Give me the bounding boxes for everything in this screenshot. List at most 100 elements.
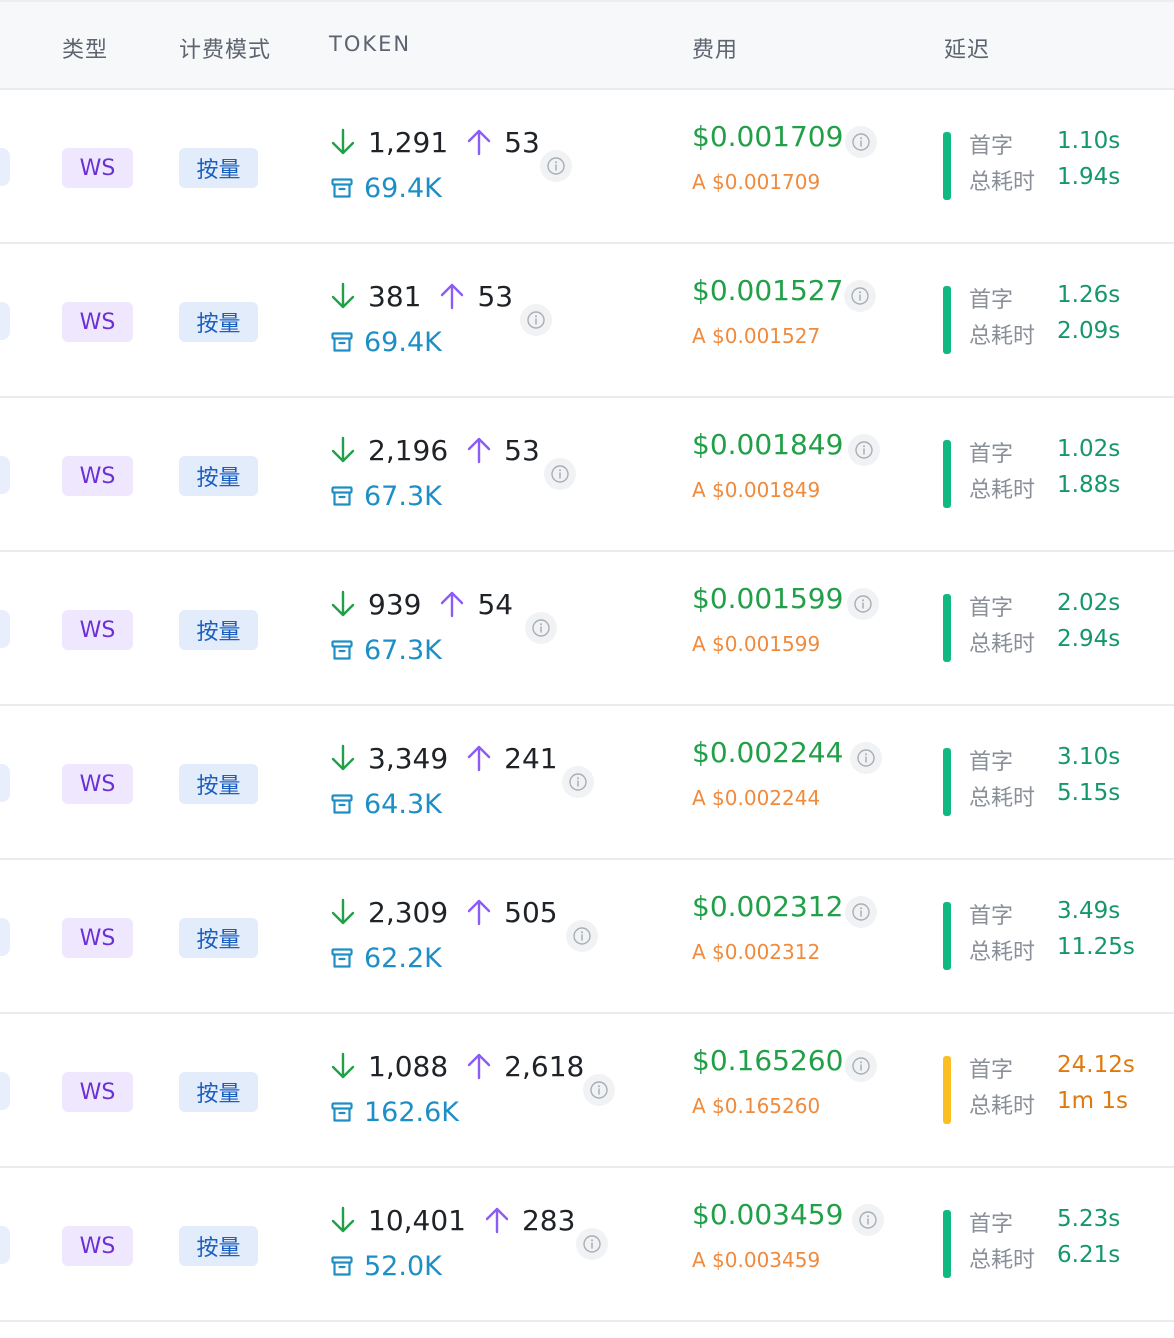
table-row[interactable]: WS 按量 1,088 2,618 162.6K $0.165260 A $0.165260… — [0, 1014, 1174, 1168]
billing-mode-badge: 按量 — [179, 610, 258, 650]
arrow-down-icon — [330, 589, 356, 619]
cost-info-icon[interactable] — [847, 588, 879, 620]
arrow-down-icon — [330, 1051, 356, 1081]
type-badge: WS — [62, 302, 133, 342]
token-info-icon[interactable] — [562, 766, 594, 798]
archive-icon — [330, 946, 354, 970]
usage-log-table: 类型 计费模式 TOKEN 费用 延迟 WS 按量 1,291 53 69.4K $0.0… — [0, 0, 1174, 1322]
output-tokens: 53 — [504, 433, 540, 467]
total-time-label: 总耗时 — [969, 632, 1036, 657]
input-tokens: 1,291 — [368, 125, 449, 159]
token-io: 2,196 53 — [330, 432, 540, 468]
input-tokens: 1,088 — [368, 1049, 449, 1083]
cost-info-icon[interactable] — [845, 126, 877, 158]
first-token-label: 首字 — [969, 288, 1014, 313]
cache-tokens: 69.4K — [330, 170, 442, 206]
first-token-latency: 1.02s — [1057, 436, 1121, 462]
table-row[interactable]: WS 按量 2,309 505 62.2K $0.002312 A $0.002312 首字 3… — [0, 860, 1174, 1014]
total-time-label: 总耗时 — [969, 324, 1036, 349]
cost-info-icon[interactable] — [845, 896, 877, 928]
input-tokens: 939 — [368, 587, 422, 621]
archive-icon — [330, 330, 354, 354]
actual-cost-value: A $0.002244 — [692, 786, 821, 810]
token-info-icon[interactable] — [525, 612, 557, 644]
total-latency: 1.94s — [1057, 164, 1121, 190]
arrow-down-icon — [330, 281, 356, 311]
cache-tokens-value: 69.4K — [364, 172, 442, 204]
arrow-down-icon — [330, 1205, 356, 1235]
arrow-up-icon — [439, 281, 465, 311]
type-badge: WS — [62, 610, 133, 650]
table-row[interactable]: WS 按量 939 54 67.3K $0.001599 A $0.001599 首字 2.02… — [0, 552, 1174, 706]
total-time-label: 总耗时 — [969, 940, 1036, 965]
first-token-label: 首字 — [969, 1058, 1014, 1083]
cost-info-icon[interactable] — [845, 1050, 877, 1082]
input-tokens: 381 — [368, 279, 422, 313]
cache-tokens-value: 64.3K — [364, 788, 442, 820]
row-left-tag-edge — [0, 302, 10, 340]
arrow-down-icon — [330, 743, 356, 773]
first-token-latency: 3.10s — [1057, 744, 1121, 770]
type-badge: WS — [62, 918, 133, 958]
first-token-latency: 24.12s — [1057, 1052, 1135, 1078]
table-row[interactable]: WS 按量 2,196 53 67.3K $0.001849 A $0.001849 首字 1.… — [0, 398, 1174, 552]
latency-status-bar — [943, 1210, 951, 1278]
arrow-up-icon — [466, 1051, 492, 1081]
type-badge: WS — [62, 1226, 133, 1266]
table-row[interactable]: WS 按量 381 53 69.4K $0.001527 A $0.001527 首字 1.26… — [0, 244, 1174, 398]
cache-tokens: 69.4K — [330, 324, 442, 360]
input-tokens: 10,401 — [368, 1203, 466, 1237]
cost-info-icon[interactable] — [852, 1204, 884, 1236]
total-latency: 2.94s — [1057, 626, 1121, 652]
token-info-icon[interactable] — [583, 1074, 615, 1106]
cache-tokens-value: 67.3K — [364, 480, 442, 512]
first-token-label: 首字 — [969, 750, 1014, 775]
total-time-label: 总耗时 — [969, 170, 1036, 195]
cache-tokens: 64.3K — [330, 786, 442, 822]
row-left-tag-edge — [0, 456, 10, 494]
token-info-icon[interactable] — [576, 1228, 608, 1260]
arrow-down-icon — [330, 435, 356, 465]
actual-cost-value: A $0.001527 — [692, 324, 821, 348]
header-token: TOKEN — [329, 32, 412, 56]
latency-status-bar — [943, 132, 951, 200]
input-tokens: 2,196 — [368, 433, 449, 467]
token-info-icon[interactable] — [566, 920, 598, 952]
cost-value: $0.002244 — [692, 736, 844, 769]
cost-value: $0.003459 — [692, 1198, 844, 1231]
output-tokens: 283 — [521, 1203, 576, 1237]
token-info-icon[interactable] — [544, 458, 576, 490]
token-io: 1,088 2,618 — [330, 1048, 584, 1084]
token-io: 381 53 — [330, 278, 513, 314]
token-info-icon[interactable] — [520, 304, 552, 336]
actual-cost-value: A $0.002312 — [692, 940, 821, 964]
output-tokens: 53 — [477, 279, 514, 313]
row-left-tag-edge — [0, 764, 10, 802]
first-token-label: 首字 — [969, 1212, 1014, 1237]
total-time-label: 总耗时 — [969, 1248, 1036, 1273]
cost-value: $0.001849 — [692, 428, 844, 461]
table-row[interactable]: WS 按量 1,291 53 69.4K $0.001709 A $0.001709 首字 1.… — [0, 90, 1174, 244]
total-latency: 1.88s — [1057, 472, 1121, 498]
cost-info-icon[interactable] — [844, 280, 876, 312]
arrow-up-icon — [439, 589, 465, 619]
cost-value: $0.002312 — [692, 890, 844, 923]
table-row[interactable]: WS 按量 10,401 283 52.0K $0.003459 A $0.003459 首字… — [0, 1168, 1174, 1322]
latency-status-bar — [943, 440, 951, 508]
first-token-label: 首字 — [969, 442, 1014, 467]
table-row[interactable]: WS 按量 3,349 241 64.3K $0.002244 A $0.002244 首字 3… — [0, 706, 1174, 860]
cost-info-icon[interactable] — [850, 742, 882, 774]
token-info-icon[interactable] — [540, 150, 572, 182]
type-badge: WS — [62, 1072, 133, 1112]
cache-tokens-value: 52.0K — [364, 1250, 442, 1282]
token-io: 939 54 — [330, 586, 513, 622]
arrow-down-icon — [330, 897, 356, 927]
token-io: 1,291 53 — [330, 124, 540, 160]
arrow-up-icon — [484, 1205, 510, 1235]
total-latency: 6.21s — [1057, 1242, 1121, 1268]
cost-info-icon[interactable] — [848, 434, 880, 466]
billing-mode-badge: 按量 — [179, 764, 258, 804]
archive-icon — [330, 484, 354, 508]
actual-cost-value: A $0.003459 — [692, 1248, 821, 1272]
billing-mode-badge: 按量 — [179, 302, 258, 342]
